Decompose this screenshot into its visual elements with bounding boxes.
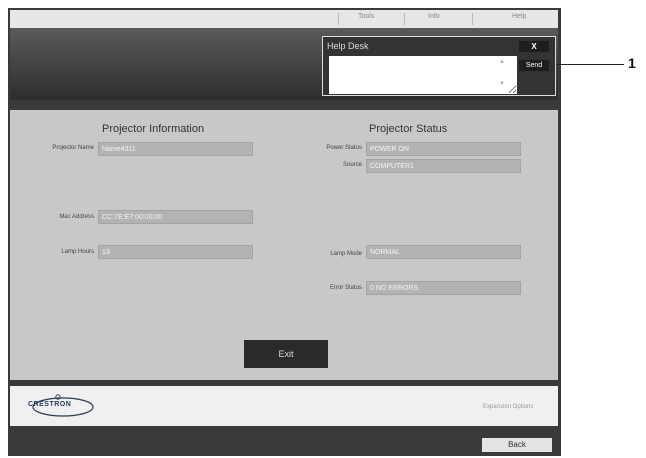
callout-line	[556, 64, 624, 65]
tab-tools[interactable]: Tools	[358, 13, 374, 20]
help-desk-message-input[interactable]	[329, 56, 517, 94]
close-icon: X	[531, 42, 537, 51]
crestron-logo: CRESTRON	[28, 392, 98, 422]
footer-bar: CRESTRON Expansion Options	[10, 386, 558, 426]
power-status-field: POWER ON	[366, 142, 521, 156]
expansion-options-link[interactable]: Expansion Options	[483, 404, 533, 410]
exit-button[interactable]: Exit	[244, 340, 328, 368]
projector-name-field: Name4311	[98, 142, 253, 156]
callout-number: 1	[628, 55, 636, 71]
back-button[interactable]: Back	[482, 438, 552, 452]
lamp-hours-field: 13	[98, 245, 253, 259]
send-button[interactable]: Send	[519, 60, 549, 71]
close-button[interactable]: X	[519, 41, 549, 52]
error-status-field: 0:NO ERRORS	[366, 281, 521, 295]
projector-information-title: Projector Information	[102, 123, 205, 135]
lamp-mode-label: Lamp Mode	[330, 251, 362, 257]
source-label: Source	[342, 162, 362, 168]
tab-info[interactable]: Info	[428, 13, 440, 20]
crestron-logo-text: CRESTRON	[28, 401, 72, 408]
projector-name-label: Projector Name	[52, 145, 94, 151]
source-field: COMPUTER1	[366, 159, 521, 173]
scroll-up-icon[interactable]: ▲	[499, 59, 505, 65]
power-status-label: Power Status	[326, 145, 362, 151]
help-desk-panel: Help Desk X ▲ ▼ Send	[322, 36, 556, 96]
tab-separator	[338, 13, 339, 25]
help-desk-title: Help Desk	[327, 41, 369, 51]
projector-status-title: Projector Status	[369, 123, 448, 135]
scroll-down-icon[interactable]: ▼	[499, 81, 505, 87]
error-status-label: Error Status	[329, 285, 362, 291]
mac-address-field: CC:7E:E7:00:00:00	[98, 210, 253, 224]
tab-separator	[472, 13, 473, 25]
top-menu-bar: Tools Info Help	[10, 10, 558, 28]
mac-address-label: Mac Address	[59, 214, 94, 220]
tab-separator	[404, 13, 405, 25]
tab-help[interactable]: Help	[512, 13, 526, 20]
lamp-hours-label: Lamp Hours	[61, 249, 94, 255]
lamp-mode-field: NORMAL	[366, 245, 521, 259]
